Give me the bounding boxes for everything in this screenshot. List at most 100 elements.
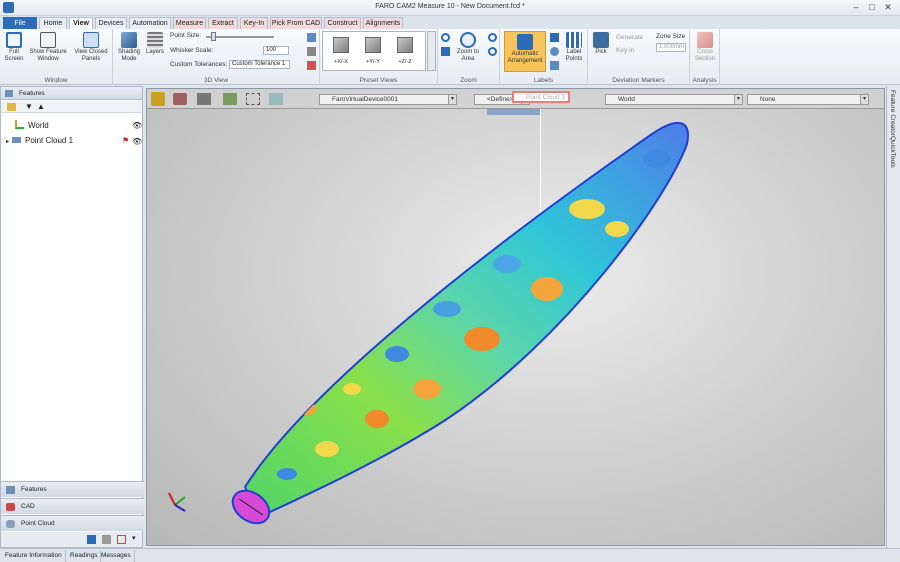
tab-view[interactable]: View	[69, 17, 93, 29]
tab-home[interactable]: Home	[39, 17, 67, 29]
zoom-group: Zoom to Area Zoom	[438, 29, 500, 85]
ribbon-tabs: File Home View Devices Automation Measur…	[0, 16, 900, 29]
full-screen-icon	[6, 32, 22, 48]
label-points-icon	[566, 32, 582, 48]
tab-file[interactable]: File	[3, 17, 37, 29]
ribbon: Full Screen Show Feature Window View Clo…	[0, 29, 900, 85]
label-visibility-icon[interactable]	[550, 47, 559, 56]
blade-body	[231, 121, 689, 525]
view3d-group: Shading Mode Layers Point Size: Whisker …	[113, 29, 320, 85]
chevron-down-icon[interactable]: ▾	[132, 534, 136, 542]
window-group: Full Screen Show Feature Window View Clo…	[0, 29, 113, 85]
features-icon	[5, 90, 13, 97]
title-bar: FARO CAM2 Measure 10 - New Document.fcd …	[0, 0, 900, 16]
label-points-button[interactable]: Label Points	[562, 32, 586, 63]
view-closed-panels-button[interactable]: View Closed Panels	[71, 32, 111, 63]
shading-cube-icon	[121, 32, 137, 48]
tab-feature-information[interactable]: Feature Information	[2, 550, 66, 562]
layers-icon	[147, 32, 163, 48]
window-icon	[40, 32, 56, 48]
view-z-cube-icon[interactable]	[397, 37, 413, 53]
custom-tolerances-select[interactable]: Custom Tolerance 1	[229, 60, 290, 69]
tab-pick-from-cad[interactable]: Pick From CAD	[270, 17, 322, 29]
zoom-in-icon[interactable]	[488, 33, 497, 42]
zoom-to-area-button[interactable]: Zoom to Area	[454, 32, 482, 63]
tab-extract[interactable]: Extract	[208, 17, 238, 29]
close-button[interactable]: ✕	[882, 2, 894, 13]
tab-messages[interactable]: Messages	[98, 550, 135, 562]
zone-size-label: Zone Size	[656, 33, 686, 40]
right-side-tabs: Feature Creator QuickTools	[886, 86, 900, 548]
features-panel-header: Features	[1, 87, 142, 100]
maximize-button[interactable]: □	[866, 2, 878, 13]
whisker-scale-input[interactable]: 100	[263, 46, 289, 55]
panel-action-icon[interactable]	[87, 535, 96, 544]
cross-section-button[interactable]: Cross Section	[692, 32, 718, 63]
cad-icon	[6, 503, 15, 511]
tolerance-icon[interactable]	[307, 61, 316, 70]
zoom-out-icon[interactable]	[488, 47, 497, 56]
status-bar: Feature Information Readings Messages	[0, 548, 900, 562]
panel-action-icon[interactable]	[102, 535, 111, 544]
point-size-slider-thumb[interactable]	[211, 32, 216, 41]
full-screen-button[interactable]: Full Screen	[3, 32, 25, 63]
point-cloud-icon	[12, 137, 22, 143]
tree-item-world[interactable]: World	[15, 120, 49, 130]
tab-automation[interactable]: Automation	[129, 17, 171, 29]
pick-button[interactable]: Pick	[590, 32, 612, 56]
arrangement-icon	[517, 34, 533, 50]
shading-mode-button[interactable]: Shading Mode	[116, 32, 142, 63]
minimize-button[interactable]: –	[850, 2, 862, 13]
gallery-scroll[interactable]	[427, 31, 436, 71]
eye-icon[interactable]: 👁	[132, 121, 142, 130]
preset-views-gallery: +X/-X +Y/-Y +Z/-Z	[322, 31, 426, 71]
sort-down-icon[interactable]: ▼	[25, 102, 33, 111]
view-z-label: +Z/-Z	[398, 59, 412, 65]
tab-alignments[interactable]: Alignments	[363, 17, 403, 29]
feature-creator-tab[interactable]: Feature Creator	[889, 90, 896, 136]
features-icon	[6, 486, 15, 494]
3d-viewport[interactable]: FaroVirtualDevice0001▾ <Define>▾ Point C…	[146, 88, 885, 546]
pan-icon[interactable]	[441, 47, 450, 56]
zoom-fit-icon[interactable]	[441, 33, 450, 42]
expand-icon[interactable]: ▸	[6, 139, 9, 145]
zone-size-input[interactable]: 1.000mm	[656, 43, 686, 52]
quicktools-tab[interactable]: QuickTools	[889, 136, 896, 168]
panel-cad[interactable]: CAD	[1, 498, 144, 514]
tab-devices[interactable]: Devices	[95, 17, 127, 29]
tab-readings[interactable]: Readings	[67, 550, 102, 562]
tree-item-point-cloud-1[interactable]: ▸ Point Cloud 1	[6, 136, 73, 145]
generate-button[interactable]: Generate	[616, 34, 643, 41]
show-feature-window-button[interactable]: Show Feature Window	[28, 32, 68, 63]
layers-button[interactable]: Layers	[144, 32, 166, 56]
label-tool-icon[interactable]	[550, 33, 559, 42]
key-in-button[interactable]: Key In	[616, 47, 634, 54]
tab-construct[interactable]: Construct	[324, 17, 361, 29]
point-size-label: Point Size:	[170, 32, 202, 39]
tab-measure[interactable]: Measure	[173, 17, 206, 29]
folder-icon[interactable]	[7, 103, 16, 111]
magnifier-icon	[460, 32, 476, 48]
eye-icon[interactable]: 👁	[132, 137, 142, 146]
automatic-arrangement-button[interactable]: Automatic Arrangement	[504, 31, 546, 72]
whisker-icon[interactable]	[307, 47, 316, 56]
window-title: FARO CAM2 Measure 10 - New Document.fcd …	[375, 3, 525, 10]
panel-features[interactable]: Features	[1, 481, 144, 497]
view-x-label: +X/-X	[334, 59, 348, 65]
deviation-markers-group: Pick Generate Key In Zone Size 1.000mm D…	[588, 29, 690, 85]
panel-point-cloud[interactable]: Point Cloud	[1, 515, 144, 531]
grid-icon[interactable]	[307, 33, 316, 42]
view-y-label: +Y/-Y	[366, 59, 380, 65]
sort-up-icon[interactable]: ▲	[37, 102, 45, 111]
cloud-icon	[6, 520, 15, 528]
labels-group: Automatic Arrangement Label Points Label…	[500, 29, 588, 85]
point-size-slider[interactable]	[206, 36, 274, 38]
flag-icon: ⚑	[122, 136, 130, 145]
panel-action-icon[interactable]	[117, 535, 126, 544]
view-x-cube-icon[interactable]	[333, 37, 349, 53]
custom-tolerances-label: Custom Tolerances:	[170, 61, 228, 68]
label-style-icon[interactable]	[550, 61, 559, 70]
view-y-cube-icon[interactable]	[365, 37, 381, 53]
cross-section-icon	[697, 32, 713, 48]
tab-key-in[interactable]: Key-In	[240, 17, 268, 29]
